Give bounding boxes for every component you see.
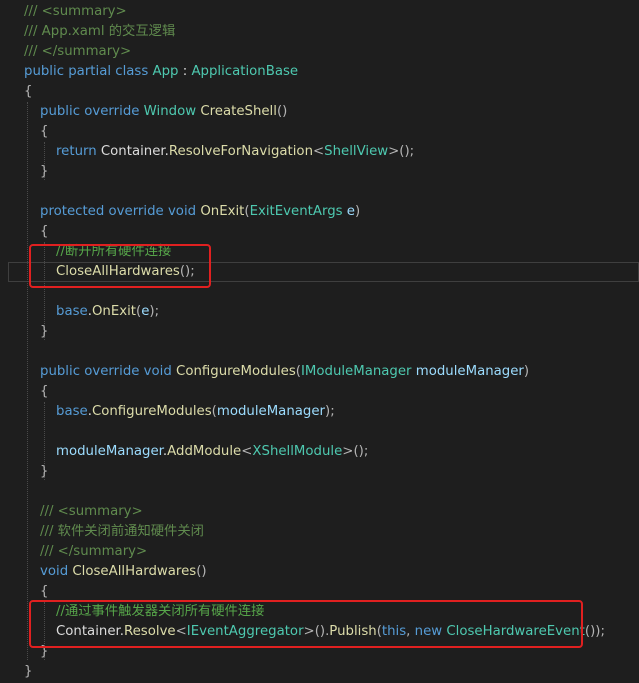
code-line[interactable]: { xyxy=(24,82,32,102)
code-line[interactable]: } xyxy=(40,322,48,342)
code-line[interactable]: } xyxy=(40,462,48,482)
code-token-method: OnExit xyxy=(91,304,137,319)
code-line[interactable]: { xyxy=(40,582,48,602)
code-token-param: moduleManager xyxy=(415,364,524,379)
code-token-punct: } xyxy=(40,164,49,179)
code-line[interactable]: /// App.xaml 的交互逻辑 xyxy=(24,22,175,42)
code-line[interactable]: public override Window CreateShell() xyxy=(40,102,287,122)
code-token-keyword: return xyxy=(56,144,101,159)
code-line[interactable]: { xyxy=(40,222,48,242)
code-token-doc: /// </summary> xyxy=(40,544,148,559)
code-token-punct: ); xyxy=(325,404,335,419)
code-token-method: AddModule xyxy=(167,444,242,459)
code-line[interactable]: { xyxy=(40,122,48,142)
indent-guide-line xyxy=(27,102,28,660)
code-line[interactable]: } xyxy=(40,162,48,182)
code-line[interactable]: void CloseAllHardwares() xyxy=(40,562,207,582)
code-token-punct: >(); xyxy=(342,444,369,459)
code-line[interactable]: base.OnExit(e); xyxy=(56,302,159,322)
code-line[interactable]: protected override void OnExit(ExitEvent… xyxy=(40,202,360,222)
code-token-keyword: base xyxy=(56,304,88,319)
code-token-punct: ) xyxy=(523,364,530,379)
code-token-punct: } xyxy=(24,664,33,679)
code-token-punct: () xyxy=(276,104,288,119)
code-line[interactable]: return Container.ResolveForNavigation<Sh… xyxy=(56,142,414,162)
code-token-punct: } xyxy=(40,324,49,339)
code-token-ident: Container. xyxy=(100,144,169,159)
code-token-keyword: protected override void xyxy=(40,204,201,219)
code-line[interactable]: { xyxy=(40,382,48,402)
code-token-method: ConfigureModules xyxy=(176,364,296,379)
code-token-punct: < xyxy=(313,144,325,159)
code-token-doc: /// <summary> xyxy=(24,4,127,19)
code-token-punct: { xyxy=(40,224,49,239)
code-token-doc: /// </summary> xyxy=(24,44,132,59)
code-line[interactable]: base.ConfigureModules(moduleManager); xyxy=(56,402,335,422)
code-line[interactable]: /// </summary> xyxy=(40,542,147,562)
code-token-type: ShellView xyxy=(324,144,389,159)
code-token-type: IModuleManager xyxy=(300,364,416,379)
code-token-type: App xyxy=(152,64,179,79)
code-token-param: moduleManager xyxy=(56,444,163,459)
code-token-punct: ); xyxy=(149,304,160,319)
code-token-punct: } xyxy=(40,464,49,479)
code-token-param: e xyxy=(346,204,355,219)
code-token-punct: ()); xyxy=(584,624,605,639)
code-token-punct: { xyxy=(40,384,49,399)
code-editor[interactable]: /// <summary> /// App.xaml 的交互逻辑 /// </sum… xyxy=(0,0,639,683)
code-token-keyword: public override void xyxy=(40,364,177,379)
code-token-method: CreateShell xyxy=(200,104,277,119)
code-token-punct: < xyxy=(241,444,253,459)
code-line[interactable]: /// <summary> xyxy=(24,2,127,22)
code-token-keyword: void xyxy=(40,564,73,579)
code-token-punct: () xyxy=(196,564,207,579)
code-token-keyword: public override xyxy=(40,104,144,119)
code-token-type: ExitEventArgs xyxy=(249,204,347,219)
code-token-doc: /// <summary> xyxy=(40,504,143,519)
code-line[interactable]: public override void ConfigureModules(IM… xyxy=(40,362,529,382)
code-token-type: ApplicationBase xyxy=(191,64,299,79)
code-line[interactable]: /// 软件关闭前通知硬件关闭 xyxy=(40,522,204,542)
code-token-punct: { xyxy=(24,84,33,99)
code-token-punct: >(); xyxy=(388,144,415,159)
code-line[interactable]: moduleManager.AddModule<XShellModule>(); xyxy=(56,442,368,462)
code-token-punct: ) xyxy=(354,204,361,219)
code-token-keyword: public partial class xyxy=(24,64,153,79)
highlight-box-closeallhardwares xyxy=(29,600,583,648)
code-token-punct: { xyxy=(40,124,49,139)
code-token-method: ResolveForNavigation xyxy=(168,144,313,159)
code-token-method: OnExit xyxy=(200,204,245,219)
code-token-param: moduleManager xyxy=(216,404,325,419)
code-token-method: ConfigureModules xyxy=(91,404,212,419)
code-token-punct: { xyxy=(40,584,49,599)
code-token-doc: /// 软件关闭前通知硬件关闭 xyxy=(40,524,204,539)
code-line[interactable]: public partial class App : ApplicationBa… xyxy=(24,62,298,82)
code-token-method: CloseAllHardwares xyxy=(72,564,197,579)
highlight-box-onexit xyxy=(29,244,211,288)
code-token-ident: : xyxy=(178,64,192,79)
code-token-doc: /// App.xaml 的交互逻辑 xyxy=(24,24,176,39)
code-line[interactable]: /// </summary> xyxy=(24,42,131,62)
code-token-type: Window xyxy=(143,104,201,119)
code-token-keyword: base xyxy=(56,404,88,419)
code-token-type: XShellModule xyxy=(252,444,343,459)
code-line[interactable]: /// <summary> xyxy=(40,502,143,522)
code-line[interactable]: } xyxy=(24,662,32,682)
